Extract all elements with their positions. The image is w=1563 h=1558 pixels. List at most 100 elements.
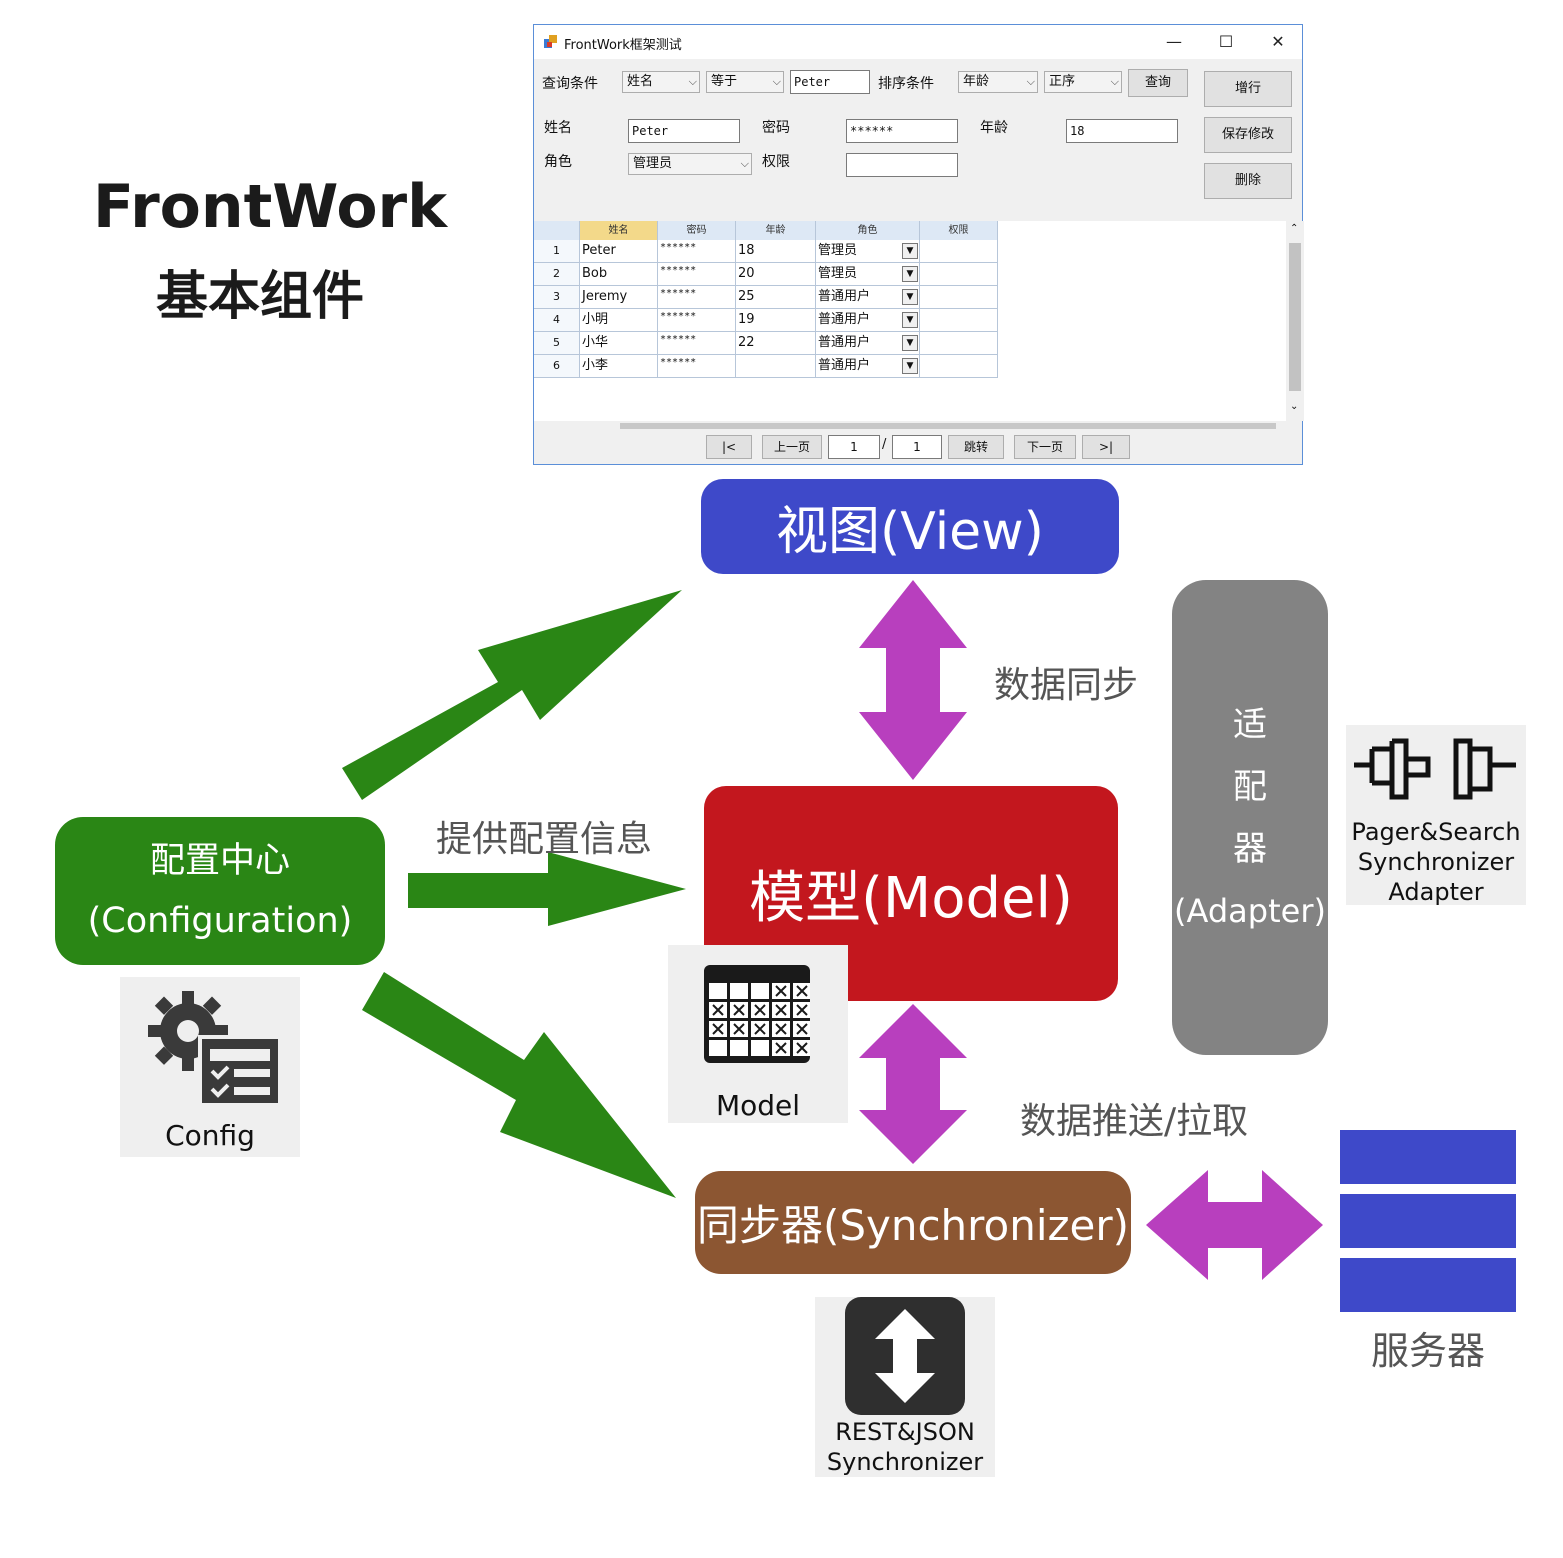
jump-button[interactable]: 跳转	[948, 435, 1004, 459]
current-page-input[interactable]: 1	[828, 435, 880, 459]
grid-cell-password[interactable]: ******	[658, 286, 736, 309]
password-input[interactable]: ******	[846, 119, 958, 143]
grid-cell-role[interactable]: 管理员 ▼	[816, 240, 920, 263]
grid-cell-password[interactable]: ******	[658, 355, 736, 378]
adapter-char-3: 器	[1233, 828, 1267, 869]
prev-page-button[interactable]: 上一页	[762, 435, 822, 459]
first-page-button[interactable]: |<	[706, 435, 752, 459]
add-row-button[interactable]: 增行	[1204, 71, 1292, 107]
query-field-select[interactable]: 姓名 ⌵	[622, 71, 700, 93]
grid-cell-text: 管理员	[818, 266, 858, 281]
age-input[interactable]: 18	[1066, 119, 1178, 143]
grid-cell-age[interactable]: 18	[736, 240, 816, 263]
grid-cell-name[interactable]: 小明	[580, 309, 658, 332]
dropdown-arrow-icon[interactable]: ▼	[902, 243, 918, 259]
grid-cell-text: 普通用户	[818, 289, 871, 304]
grid-cell-no[interactable]: 2	[534, 263, 580, 286]
model-table-cell	[730, 983, 748, 999]
maximize-button[interactable]: ☐	[1206, 29, 1246, 55]
grid-cell-age[interactable]: 25	[736, 286, 816, 309]
last-page-button[interactable]: >|	[1082, 435, 1130, 459]
sort-field-value: 年龄	[963, 74, 990, 89]
grid-cell-text: 4	[553, 313, 560, 326]
permission-input[interactable]	[846, 153, 958, 177]
dropdown-arrow-icon[interactable]: ▼	[902, 266, 918, 282]
scroll-thumb[interactable]	[1289, 243, 1301, 391]
grid-header-permission[interactable]: 权限	[920, 221, 998, 240]
grid-cell-name[interactable]: 小李	[580, 355, 658, 378]
grid-cell-permission[interactable]	[920, 332, 998, 355]
dropdown-arrow-icon[interactable]: ▼	[902, 289, 918, 305]
grid-cell-text: 小明	[582, 312, 609, 327]
grid-cell-age[interactable]: 22	[736, 332, 816, 355]
sort-field-select[interactable]: 年龄 ⌵	[958, 71, 1038, 93]
grid-cell-age[interactable]: 20	[736, 263, 816, 286]
grid-cell-text: 6	[553, 359, 560, 372]
scroll-down-icon[interactable]: ⌄	[1290, 401, 1298, 412]
grid-header-age[interactable]: 年龄	[736, 221, 816, 240]
grid-cell-no[interactable]: 6	[534, 355, 580, 378]
query-value-input[interactable]: Peter	[790, 70, 870, 94]
chevron-down-icon: ⌵	[1110, 75, 1119, 88]
grid-header-role[interactable]: 角色	[816, 221, 920, 240]
grid-cell-no[interactable]: 1	[534, 240, 580, 263]
grid-cell-permission[interactable]	[920, 240, 998, 263]
grid-cell-age[interactable]	[736, 355, 816, 378]
adapter-tile-caption: Pager&Search Synchronizer Adapter	[1346, 817, 1526, 907]
grid-vertical-scrollbar[interactable]: ⌃ ⌄	[1286, 221, 1304, 421]
grid-cell-role[interactable]: 普通用户 ▼	[816, 286, 920, 309]
sort-order-value: 正序	[1049, 74, 1076, 89]
next-page-button[interactable]: 下一页	[1014, 435, 1076, 459]
grid-header-password[interactable]: 密码	[658, 221, 736, 240]
role-select[interactable]: 管理员 ⌵	[628, 153, 752, 175]
sync-tile-line-1: REST&JSON	[835, 1418, 975, 1446]
sort-order-select[interactable]: 正序 ⌵	[1044, 71, 1122, 93]
chevron-down-icon: ⌵	[772, 75, 781, 88]
grid-cell-name[interactable]: Bob	[580, 263, 658, 286]
query-field-value: 姓名	[627, 74, 654, 89]
minimize-button[interactable]: —	[1154, 29, 1194, 55]
grid-header-name[interactable]: 姓名	[580, 221, 658, 240]
grid-cell-role[interactable]: 普通用户 ▼	[816, 309, 920, 332]
grid-cell-no[interactable]: 3	[534, 286, 580, 309]
grid-cell-no[interactable]: 4	[534, 309, 580, 332]
purple-arrow-sync-server	[1146, 1170, 1323, 1280]
close-button[interactable]: ✕	[1258, 29, 1298, 55]
app-icon	[544, 35, 557, 48]
scroll-up-icon[interactable]: ⌃	[1290, 223, 1298, 234]
grid-cell-no[interactable]: 5	[534, 332, 580, 355]
chevron-down-icon: ⌵	[740, 157, 749, 170]
grid-cell-name[interactable]: Peter	[580, 240, 658, 263]
grid-cell-password[interactable]: ******	[658, 263, 736, 286]
search-button[interactable]: 查询	[1128, 69, 1188, 97]
grid-cell-permission[interactable]	[920, 355, 998, 378]
config-label-zh: 配置中心	[149, 841, 290, 881]
grid-cell-role[interactable]: 普通用户 ▼	[816, 332, 920, 355]
grid-cell-role[interactable]: 管理员 ▼	[816, 263, 920, 286]
grid-cell-permission[interactable]	[920, 286, 998, 309]
adapter-char-2: 配	[1233, 766, 1267, 807]
name-input[interactable]: Peter	[628, 119, 740, 143]
dropdown-arrow-icon[interactable]: ▼	[902, 335, 918, 351]
label-provide-config: 提供配置信息	[436, 819, 653, 860]
grid-cell-password[interactable]: ******	[658, 309, 736, 332]
dropdown-arrow-icon[interactable]: ▼	[902, 312, 918, 328]
grid-corner[interactable]	[534, 221, 580, 240]
grid-cell-password[interactable]: ******	[658, 332, 736, 355]
save-changes-button[interactable]: 保存修改	[1204, 117, 1292, 153]
grid-cell-name[interactable]: Jeremy	[580, 286, 658, 309]
dropdown-arrow-icon[interactable]: ▼	[902, 358, 918, 374]
grid-cell-permission[interactable]	[920, 263, 998, 286]
grid-cell-permission[interactable]	[920, 309, 998, 332]
adapter-tile-line-2: Synchronizer	[1357, 848, 1515, 876]
sync-up-down-arrow-icon	[845, 1297, 965, 1415]
delete-button[interactable]: 删除	[1204, 163, 1292, 199]
adapter-tile: Pager&Search Synchronizer Adapter	[1346, 725, 1526, 907]
grid-cell-role[interactable]: 普通用户 ▼	[816, 355, 920, 378]
grid-cell-age[interactable]: 19	[736, 309, 816, 332]
query-operator-select[interactable]: 等于 ⌵	[706, 71, 784, 93]
synchronizer-tile-caption: REST&JSON Synchronizer	[815, 1417, 995, 1477]
grid-horizontal-scrollbar[interactable]	[620, 423, 1276, 429]
grid-cell-name[interactable]: 小华	[580, 332, 658, 355]
grid-cell-password[interactable]: ******	[658, 240, 736, 263]
